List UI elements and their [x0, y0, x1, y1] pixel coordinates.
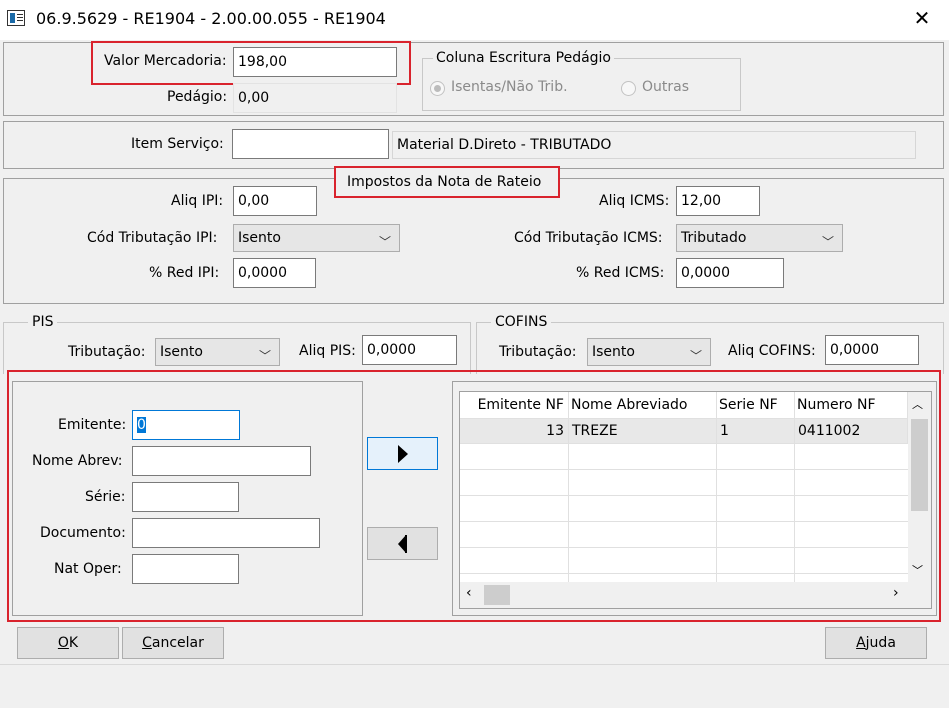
chevron-down-icon: ﹀ — [378, 235, 391, 249]
grid-col-divider — [794, 444, 795, 582]
aliq-pis-input[interactable]: 0,0000 — [362, 335, 457, 365]
grid-col-divider — [716, 444, 717, 582]
aliq-pis-label: Aliq PIS: — [299, 343, 356, 359]
emitente-label: Emitente: — [58, 417, 127, 433]
item-servico-input[interactable] — [232, 129, 389, 159]
chevron-down-icon: ﹀ — [821, 235, 834, 249]
horizontal-scrollbar[interactable] — [460, 582, 931, 608]
pis-trib-label: Tributação: — [68, 344, 146, 360]
aliq-ipi-label: Aliq IPI: — [171, 193, 224, 209]
nome-abrev-input[interactable] — [132, 446, 311, 476]
pis-title: PIS — [28, 314, 58, 330]
add-right-button[interactable] — [367, 437, 438, 470]
cofins-trib-label: Tributação: — [499, 344, 577, 360]
app-icon — [7, 10, 25, 26]
scroll-right-icon[interactable]: › — [893, 585, 899, 601]
emitente-input[interactable]: 0 — [132, 410, 240, 440]
grid-cell-emitente[interactable]: 13 — [460, 419, 569, 444]
impostos-title: Impostos da Nota de Rateio — [347, 174, 542, 190]
cod-trib-icms-select[interactable]: Tributado ﹀ — [676, 224, 843, 252]
scroll-down-icon[interactable]: ﹀ — [912, 562, 923, 578]
ok-mnemonic: O — [57, 635, 69, 651]
red-ipi-label: % Red IPI: — [149, 265, 220, 281]
scroll-up-icon[interactable]: ︿ — [912, 396, 923, 412]
grid-cell-serie[interactable]: 1 — [717, 419, 795, 444]
item-servico-description: Material D.Direto - TRIBUTADO — [392, 131, 916, 159]
radio-outras[interactable] — [621, 81, 636, 96]
serie-label: Série: — [85, 489, 126, 505]
cod-trib-icms-label: Cód Tributação ICMS: — [514, 230, 663, 246]
radio-isentas[interactable] — [430, 81, 445, 96]
nome-abrev-label: Nome Abrev: — [32, 453, 123, 469]
cod-trib-ipi-label: Cód Tributação IPI: — [87, 230, 218, 246]
arrow-right-icon — [397, 445, 408, 463]
cancelar-button[interactable]: Cancelar — [122, 627, 224, 659]
aliq-ipi-input[interactable]: 0,00 — [233, 186, 317, 216]
pedagio-input: 0,00 — [233, 83, 397, 113]
red-icms-label: % Red ICMS: — [576, 265, 665, 281]
vertical-scroll-thumb[interactable] — [911, 419, 928, 511]
cod-trib-icms-value: Tributado — [681, 230, 747, 246]
pedagio-label: Pedágio: — [167, 89, 228, 105]
aliq-cofins-label: Aliq COFINS: — [728, 343, 816, 359]
cancelar-mnemonic: C — [142, 635, 152, 651]
cod-trib-ipi-value: Isento — [238, 230, 281, 246]
ok-label-rest: K — [68, 635, 79, 651]
arrow-left-icon — [397, 535, 407, 553]
grid-header-emitente[interactable]: Emitente NF — [460, 392, 569, 419]
serie-input[interactable] — [132, 482, 239, 512]
grid-header-serie[interactable]: Serie NF — [717, 392, 795, 419]
valor-mercadoria-input[interactable]: 198,00 — [233, 47, 397, 77]
aliq-icms-label: Aliq ICMS: — [599, 193, 670, 209]
ajuda-mnemonic: A — [856, 635, 866, 651]
radio-isentas-label: Isentas/Não Trib. — [451, 79, 568, 95]
pis-trib-select[interactable]: Isento ﹀ — [155, 338, 280, 366]
aliq-cofins-input[interactable]: 0,0000 — [825, 335, 919, 365]
radio-outras-label: Outras — [642, 79, 690, 95]
nat-oper-input[interactable] — [132, 554, 239, 584]
close-icon[interactable]: ✕ — [910, 6, 934, 30]
grid-cell-numero[interactable]: 0411002 — [795, 419, 908, 444]
ajuda-button[interactable]: Ajuda — [825, 627, 927, 659]
window-title: 06.9.5629 - RE1904 - 2.00.00.055 - RE190… — [36, 9, 386, 28]
grid-header-nome[interactable]: Nome Abreviado — [569, 392, 717, 419]
grid-header-numero[interactable]: Numero NF — [795, 392, 908, 419]
scroll-left-icon[interactable]: ‹ — [466, 585, 472, 601]
cancelar-label-rest: ancelar — [151, 635, 204, 651]
horizontal-scroll-thumb[interactable] — [484, 585, 510, 605]
grid-empty-rows — [460, 444, 908, 582]
remove-left-button[interactable] — [367, 527, 438, 560]
cofins-title: COFINS — [491, 314, 552, 330]
emitente-value: 0 — [137, 417, 146, 433]
item-servico-label: Item Serviço: — [131, 136, 224, 152]
valor-mercadoria-label: Valor Mercadoria: — [104, 53, 227, 69]
ok-button[interactable]: OK — [17, 627, 119, 659]
aliq-icms-input[interactable]: 12,00 — [676, 186, 760, 216]
cofins-trib-select[interactable]: Isento ﹀ — [587, 338, 711, 366]
documento-label: Documento: — [40, 525, 126, 541]
red-ipi-input[interactable]: 0,0000 — [233, 258, 316, 288]
coluna-escritura-title: Coluna Escritura Pedágio — [433, 50, 614, 66]
pis-trib-value: Isento — [160, 344, 203, 360]
red-icms-input[interactable]: 0,0000 — [676, 258, 784, 288]
cod-trib-ipi-select[interactable]: Isento ﹀ — [233, 224, 400, 252]
documento-input[interactable] — [132, 518, 320, 548]
status-bar — [0, 664, 949, 708]
chevron-down-icon: ﹀ — [258, 349, 271, 363]
grid-col-divider — [568, 444, 569, 582]
grid-cell-nome[interactable]: TREZE — [569, 419, 717, 444]
ajuda-label-rest: juda — [865, 635, 896, 651]
cofins-trib-value: Isento — [592, 344, 635, 360]
nat-oper-label: Nat Oper: — [54, 561, 122, 577]
chevron-down-icon: ﹀ — [689, 349, 702, 363]
